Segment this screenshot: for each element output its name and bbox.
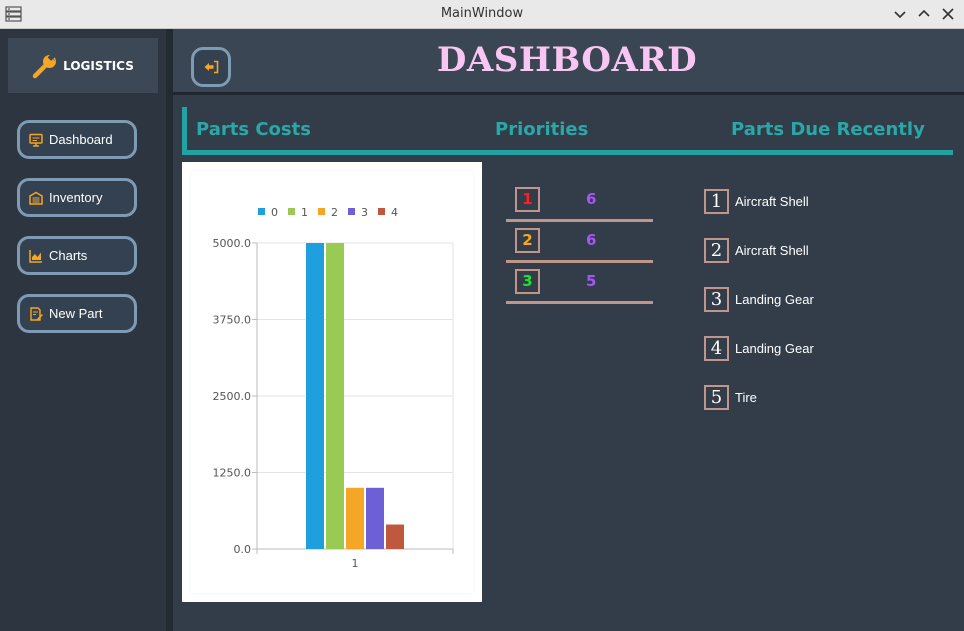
legend-label: 0 [271,206,278,219]
bar-series-4 [386,524,404,549]
priority-rank: 3 [515,269,540,294]
warehouse-icon [29,191,43,205]
priority-row: 2 6 [506,221,653,263]
sidebar-item-label: New Part [49,306,103,321]
legend-swatch [318,208,325,215]
list-item: 4 Landing Gear [704,336,814,361]
bar-series-3 [366,487,384,549]
list-item: 3 Landing Gear [704,287,814,312]
tab-priorities[interactable]: Priorities [495,119,588,140]
chart-icon [29,249,42,263]
tab-parts-due-recently[interactable]: Parts Due Recently [731,119,925,140]
edit-icon [30,306,43,321]
y-tick-label: 5000.0 [213,237,252,250]
due-label: Aircraft Shell [735,243,809,258]
sidebar-item-label: Dashboard [49,132,113,147]
due-number: 2 [704,238,729,263]
priority-value: 6 [586,190,597,208]
wrench-icon [32,52,57,78]
due-number: 1 [704,189,729,214]
y-tick-label: 2500.0 [213,390,252,403]
legend-swatch [288,208,295,215]
close-button[interactable] [939,5,957,23]
y-tick-label: 3750.0 [213,314,252,327]
logout-button[interactable] [191,47,231,87]
logo-label: LOGISTICS [63,58,134,73]
legend-label: 1 [301,206,308,219]
logout-icon [204,60,219,74]
maximize-button[interactable] [915,5,933,23]
priority-row: 1 6 [506,180,653,222]
sidebar-item-inventory[interactable]: Inventory [17,178,137,217]
due-number: 5 [704,385,729,410]
bar-series-1 [326,243,344,549]
bar-series-2 [346,487,364,549]
title-bar: MainWindow [0,0,964,29]
legend-label: 2 [331,206,338,219]
legend-swatch [378,208,385,215]
sidebar-item-new-part[interactable]: New Part [17,294,137,333]
due-label: Tire [735,390,757,405]
priority-value: 6 [586,231,597,249]
legend-swatch [348,208,355,215]
list-item: 1 Aircraft Shell [704,189,809,214]
sidebar-divider [166,29,173,631]
legend-swatch [258,208,265,215]
due-label: Landing Gear [735,292,814,307]
window-title: MainWindow [440,6,524,21]
x-tick-label: 1 [352,557,359,570]
due-number: 4 [704,336,729,361]
chevron-down-icon [894,11,906,19]
y-tick-label: 1250.0 [213,467,252,480]
sidebar-item-label: Charts [49,248,88,263]
minimize-button[interactable] [891,5,909,23]
parts-cost-chart: 0.0 1250.0 2500.0 3750.0 5000.0 1 0 1 2 3 4 [213,206,454,570]
legend-label: 4 [391,206,398,219]
priority-value: 5 [586,272,597,290]
list-item: 5 Tire [704,385,757,410]
y-tick-label: 0.0 [234,543,252,556]
due-label: Aircraft Shell [735,194,809,209]
priority-row: 3 5 [506,262,653,304]
sidebar-item-charts[interactable]: Charts [17,236,137,275]
due-label: Landing Gear [735,341,814,356]
sidebar-item-label: Inventory [49,190,103,205]
close-icon [942,8,954,20]
page-title: DASHBOARD [436,40,698,80]
legend-label: 3 [361,206,368,219]
logo: LOGISTICS [8,38,158,93]
due-number: 3 [704,287,729,312]
monitor-icon [29,133,43,147]
sidebar-item-dashboard[interactable]: Dashboard [17,120,137,159]
list-item: 2 Aircraft Shell [704,238,809,263]
chevron-up-icon [918,9,930,17]
priority-rank: 2 [515,228,540,253]
tab-parts-costs[interactable]: Parts Costs [196,119,311,140]
bar-series-0 [306,243,324,549]
priority-rank: 1 [515,187,540,212]
